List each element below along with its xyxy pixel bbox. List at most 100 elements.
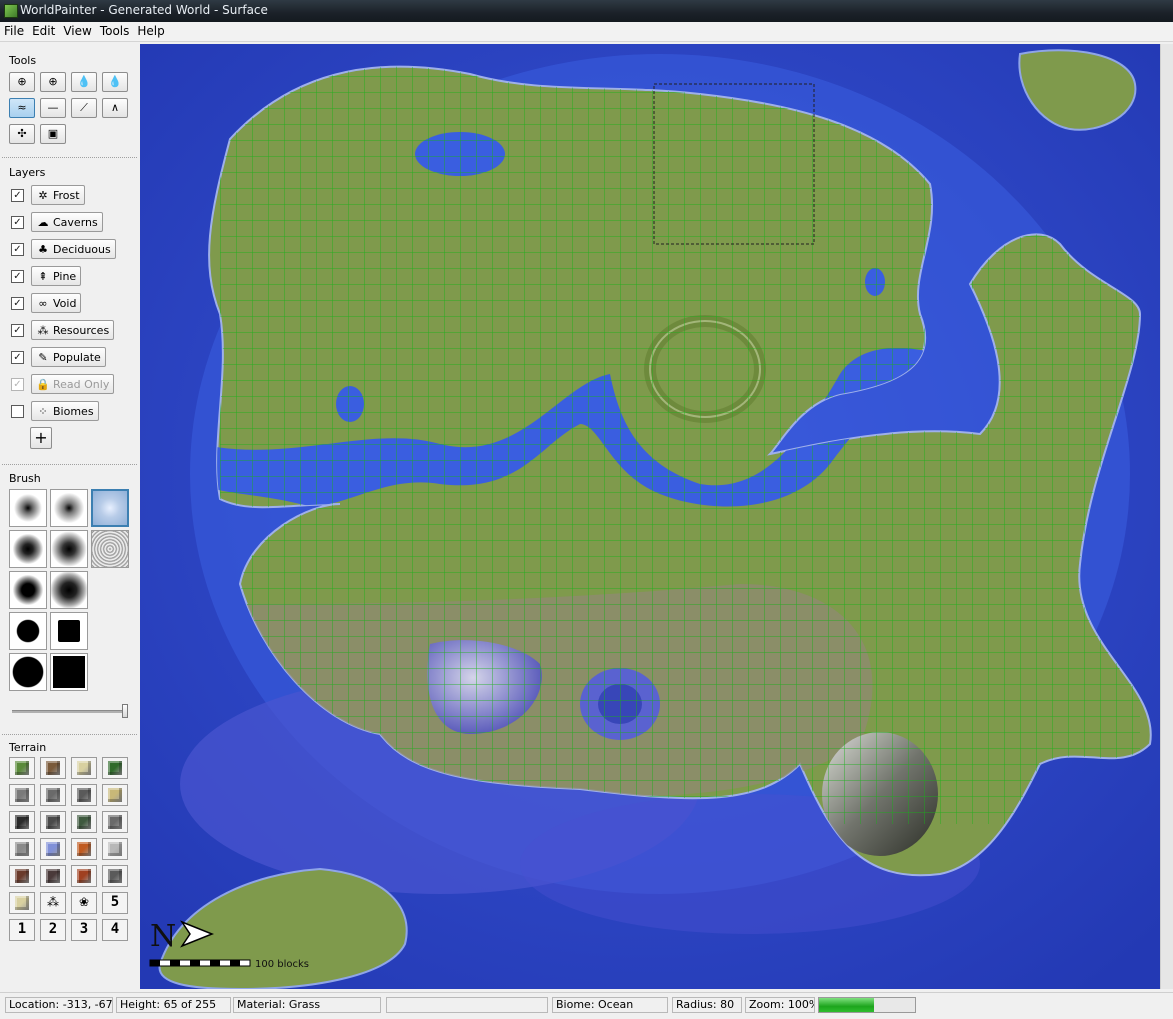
terrain-material-button[interactable] bbox=[40, 811, 66, 833]
brush-option[interactable] bbox=[50, 489, 88, 527]
brush-option[interactable] bbox=[9, 489, 47, 527]
menu-view[interactable]: View bbox=[59, 22, 95, 38]
terrain-cube-icon bbox=[108, 869, 122, 883]
sponge-tool[interactable]: ✣ bbox=[9, 124, 35, 144]
raise-lower-tool[interactable]: ⊕ bbox=[9, 72, 35, 92]
separator bbox=[2, 734, 137, 735]
layer-checkbox[interactable]: ✓ bbox=[11, 324, 24, 337]
brush-option[interactable] bbox=[91, 530, 129, 568]
layer-row-caverns: ✓ ☁ Caverns bbox=[11, 212, 136, 234]
menu-tools[interactable]: Tools bbox=[96, 22, 134, 38]
text-tool[interactable]: ▣ bbox=[40, 124, 66, 144]
smooth-tool[interactable]: ≈ bbox=[9, 98, 35, 118]
terrain-material-button[interactable] bbox=[9, 784, 35, 806]
lock-icon: 🔒 bbox=[36, 378, 50, 391]
compass-north-label: N bbox=[150, 919, 176, 954]
layer-checkbox[interactable]: ✓ bbox=[11, 243, 24, 256]
terrain-material-button[interactable] bbox=[102, 811, 128, 833]
terrain-special-button[interactable]: ⁂ bbox=[40, 892, 66, 914]
terrain-material-button[interactable] bbox=[9, 811, 35, 833]
terrain-material-button[interactable] bbox=[102, 784, 128, 806]
separator bbox=[2, 157, 137, 158]
terrain-material-button[interactable] bbox=[40, 838, 66, 860]
layer-checkbox[interactable] bbox=[11, 405, 24, 418]
brush-option[interactable] bbox=[50, 571, 88, 609]
terrain-panel-title: Terrain bbox=[9, 741, 47, 754]
brush-option[interactable] bbox=[50, 653, 88, 691]
brush-option[interactable] bbox=[50, 530, 88, 568]
layer-label: Biomes bbox=[53, 405, 94, 418]
layer-checkbox[interactable]: ✓ bbox=[11, 378, 24, 391]
slope-icon: ⟋ bbox=[80, 101, 88, 114]
brush-option[interactable] bbox=[9, 571, 47, 609]
layer-checkbox[interactable]: ✓ bbox=[11, 270, 24, 283]
terrain-material-button[interactable] bbox=[71, 811, 97, 833]
menu-file[interactable]: File bbox=[0, 22, 28, 38]
terrain-material-button[interactable] bbox=[71, 865, 97, 887]
terrain-special-button[interactable]: ❀ bbox=[71, 892, 97, 914]
custom-terrain-button[interactable]: 5 bbox=[102, 892, 128, 914]
progress-fill bbox=[819, 998, 874, 1012]
layer-button-populate[interactable]: ✎ Populate bbox=[31, 347, 106, 367]
terrain-material-button[interactable] bbox=[9, 865, 35, 887]
layer-row-deciduous: ✓ ♣ Deciduous bbox=[11, 239, 136, 261]
terrain-material-button[interactable] bbox=[9, 892, 35, 914]
layer-button-pine[interactable]: ⇞ Pine bbox=[31, 266, 82, 286]
terrain-material-button[interactable] bbox=[102, 757, 128, 779]
custom-terrain-button[interactable]: 4 bbox=[102, 919, 128, 941]
terrain-cube-icon bbox=[15, 815, 29, 829]
flatten-icon: — bbox=[47, 101, 59, 114]
terrain-cube-icon bbox=[15, 842, 29, 856]
menu-help[interactable]: Help bbox=[133, 22, 168, 38]
layer-button-read-only[interactable]: 🔒 Read Only bbox=[31, 374, 115, 394]
brush-option[interactable] bbox=[50, 612, 88, 650]
custom-terrain-number: 4 bbox=[110, 921, 120, 937]
terrain-material-button[interactable] bbox=[40, 865, 66, 887]
flood-water-tool[interactable]: 💧 bbox=[71, 72, 97, 92]
custom-terrain-button[interactable]: 1 bbox=[9, 919, 35, 941]
terrain-material-button[interactable] bbox=[71, 757, 97, 779]
tools-panel-title: Tools bbox=[9, 54, 37, 67]
terrain-material-button[interactable] bbox=[71, 838, 97, 860]
layer-checkbox[interactable]: ✓ bbox=[11, 351, 24, 364]
flatten-tool[interactable]: — bbox=[40, 98, 66, 118]
brush-option[interactable] bbox=[9, 530, 47, 568]
cavern-icon: ☁ bbox=[37, 216, 49, 229]
custom-terrain-button[interactable]: 3 bbox=[71, 919, 97, 941]
brush-option[interactable] bbox=[9, 612, 47, 650]
raise-mountain-tool[interactable]: ⊕ bbox=[40, 72, 66, 92]
map-canvas[interactable]: N 100 blocks bbox=[140, 44, 1160, 989]
layer-button-resources[interactable]: ⁂ Resources bbox=[31, 320, 115, 340]
slider-thumb[interactable] bbox=[122, 704, 128, 718]
terrain-material-button[interactable] bbox=[102, 838, 128, 860]
layer-row-frost: ✓ ✲ Frost bbox=[11, 185, 136, 207]
ridge-tool[interactable]: ∧ bbox=[102, 98, 128, 118]
terrain-material-button[interactable] bbox=[40, 784, 66, 806]
layer-button-frost[interactable]: ✲ Frost bbox=[31, 185, 85, 205]
brush-option[interactable] bbox=[91, 489, 129, 527]
layer-label: Deciduous bbox=[53, 243, 111, 256]
terrain-material-button[interactable] bbox=[102, 865, 128, 887]
terrain-cube-icon bbox=[108, 815, 122, 829]
layer-button-deciduous[interactable]: ♣ Deciduous bbox=[31, 239, 116, 259]
menu-edit[interactable]: Edit bbox=[28, 22, 59, 38]
add-layer-button[interactable]: + bbox=[30, 427, 52, 449]
terrain-material-button[interactable] bbox=[9, 757, 35, 779]
terrain-material-button[interactable] bbox=[40, 757, 66, 779]
map-view[interactable]: N 100 blocks bbox=[140, 44, 1160, 989]
layer-checkbox[interactable]: ✓ bbox=[11, 216, 24, 229]
slope-tool[interactable]: ⟋ bbox=[71, 98, 97, 118]
status-progress-bar bbox=[818, 997, 916, 1013]
layer-button-caverns[interactable]: ☁ Caverns bbox=[31, 212, 103, 232]
flood-lava-tool[interactable]: 💧 bbox=[102, 72, 128, 92]
layer-button-void[interactable]: ∞ Void bbox=[31, 293, 82, 313]
terrain-material-button[interactable] bbox=[9, 838, 35, 860]
layer-checkbox[interactable]: ✓ bbox=[11, 297, 24, 310]
custom-terrain-button[interactable]: 2 bbox=[40, 919, 66, 941]
brush-intensity-slider[interactable] bbox=[12, 704, 130, 718]
layer-button-biomes[interactable]: ⁘ Biomes bbox=[31, 401, 99, 421]
brush-option[interactable] bbox=[9, 653, 47, 691]
layer-checkbox[interactable]: ✓ bbox=[11, 189, 24, 202]
terrain-material-button[interactable] bbox=[71, 784, 97, 806]
map-vertical-scrollbar[interactable] bbox=[1160, 44, 1173, 989]
